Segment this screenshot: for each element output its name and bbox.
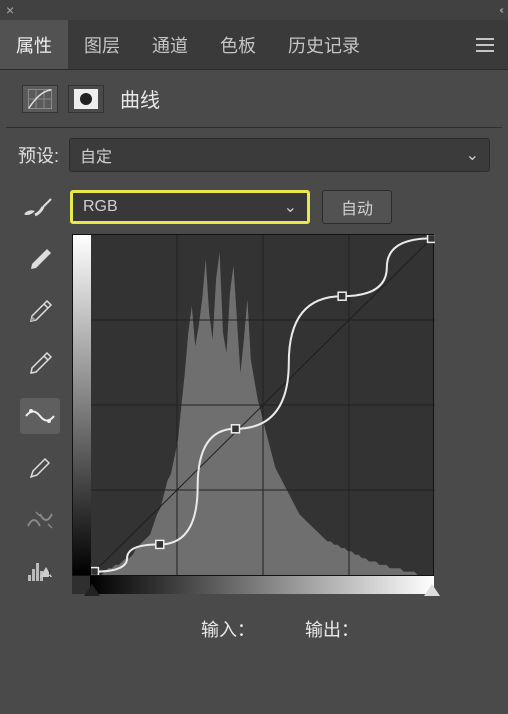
panel-menu-icon[interactable] xyxy=(462,38,508,52)
tab-label: 历史记录 xyxy=(288,32,360,58)
preset-label: 预设: xyxy=(18,142,59,168)
chevron-down-icon: ⌄ xyxy=(466,145,479,165)
clip-histogram-icon[interactable]: ! xyxy=(20,554,60,590)
tab-history[interactable]: 历史记录 xyxy=(272,20,376,69)
panel-title: 曲线 xyxy=(120,84,160,113)
tab-label: 通道 xyxy=(152,32,188,58)
preset-select[interactable]: 自定 ⌄ xyxy=(69,138,490,172)
tab-label: 图层 xyxy=(84,32,120,58)
eyedropper-black-icon[interactable] xyxy=(20,242,60,278)
panel-header: 曲线 xyxy=(0,70,508,123)
eyedropper-gray-icon[interactable] xyxy=(20,294,60,330)
tool-column: ! xyxy=(18,234,62,594)
tab-channels[interactable]: 通道 xyxy=(136,20,204,69)
close-icon[interactable]: × xyxy=(6,2,14,18)
layer-mask-icon[interactable] xyxy=(68,85,104,113)
output-gradient xyxy=(73,235,91,575)
sample-in-image-icon[interactable] xyxy=(18,195,58,219)
channel-select[interactable]: RGB ⌄ xyxy=(70,190,310,224)
channel-row: RGB ⌄ 自动 xyxy=(0,176,508,230)
pencil-tool-icon[interactable] xyxy=(20,450,60,486)
tab-properties[interactable]: 属性 xyxy=(0,20,68,69)
collapse-icon[interactable]: ‹‹ xyxy=(499,5,502,16)
auto-label: 自动 xyxy=(341,195,373,219)
input-gradient[interactable] xyxy=(90,576,434,594)
tab-label: 属性 xyxy=(16,32,52,58)
io-readout: 输入： 输出： xyxy=(0,594,508,652)
output-label: 输出： xyxy=(305,616,359,642)
eyedropper-white-icon[interactable] xyxy=(20,346,60,382)
tab-bar: 属性 图层 通道 色板 历史记录 xyxy=(0,20,508,70)
white-point-slider[interactable] xyxy=(424,584,440,596)
channel-value: RGB xyxy=(83,198,118,216)
tab-label: 色板 xyxy=(220,32,256,58)
svg-text:!: ! xyxy=(48,569,51,580)
black-point-slider[interactable] xyxy=(84,584,100,596)
preset-row: 预设: 自定 ⌄ xyxy=(0,128,508,176)
curve-box[interactable] xyxy=(72,234,434,576)
auto-button[interactable]: 自动 xyxy=(322,190,392,224)
curve-point-tool-icon[interactable] xyxy=(20,398,60,434)
adjustment-grid-icon[interactable] xyxy=(22,85,58,113)
curve-area xyxy=(72,234,490,594)
preset-value: 自定 xyxy=(80,143,112,167)
curve-canvas[interactable] xyxy=(91,235,433,575)
tab-swatches[interactable]: 色板 xyxy=(204,20,272,69)
tab-layers[interactable]: 图层 xyxy=(68,20,136,69)
input-label: 输入： xyxy=(201,616,255,642)
smooth-tool-icon[interactable] xyxy=(20,502,60,538)
chevron-down-icon: ⌄ xyxy=(284,197,297,217)
